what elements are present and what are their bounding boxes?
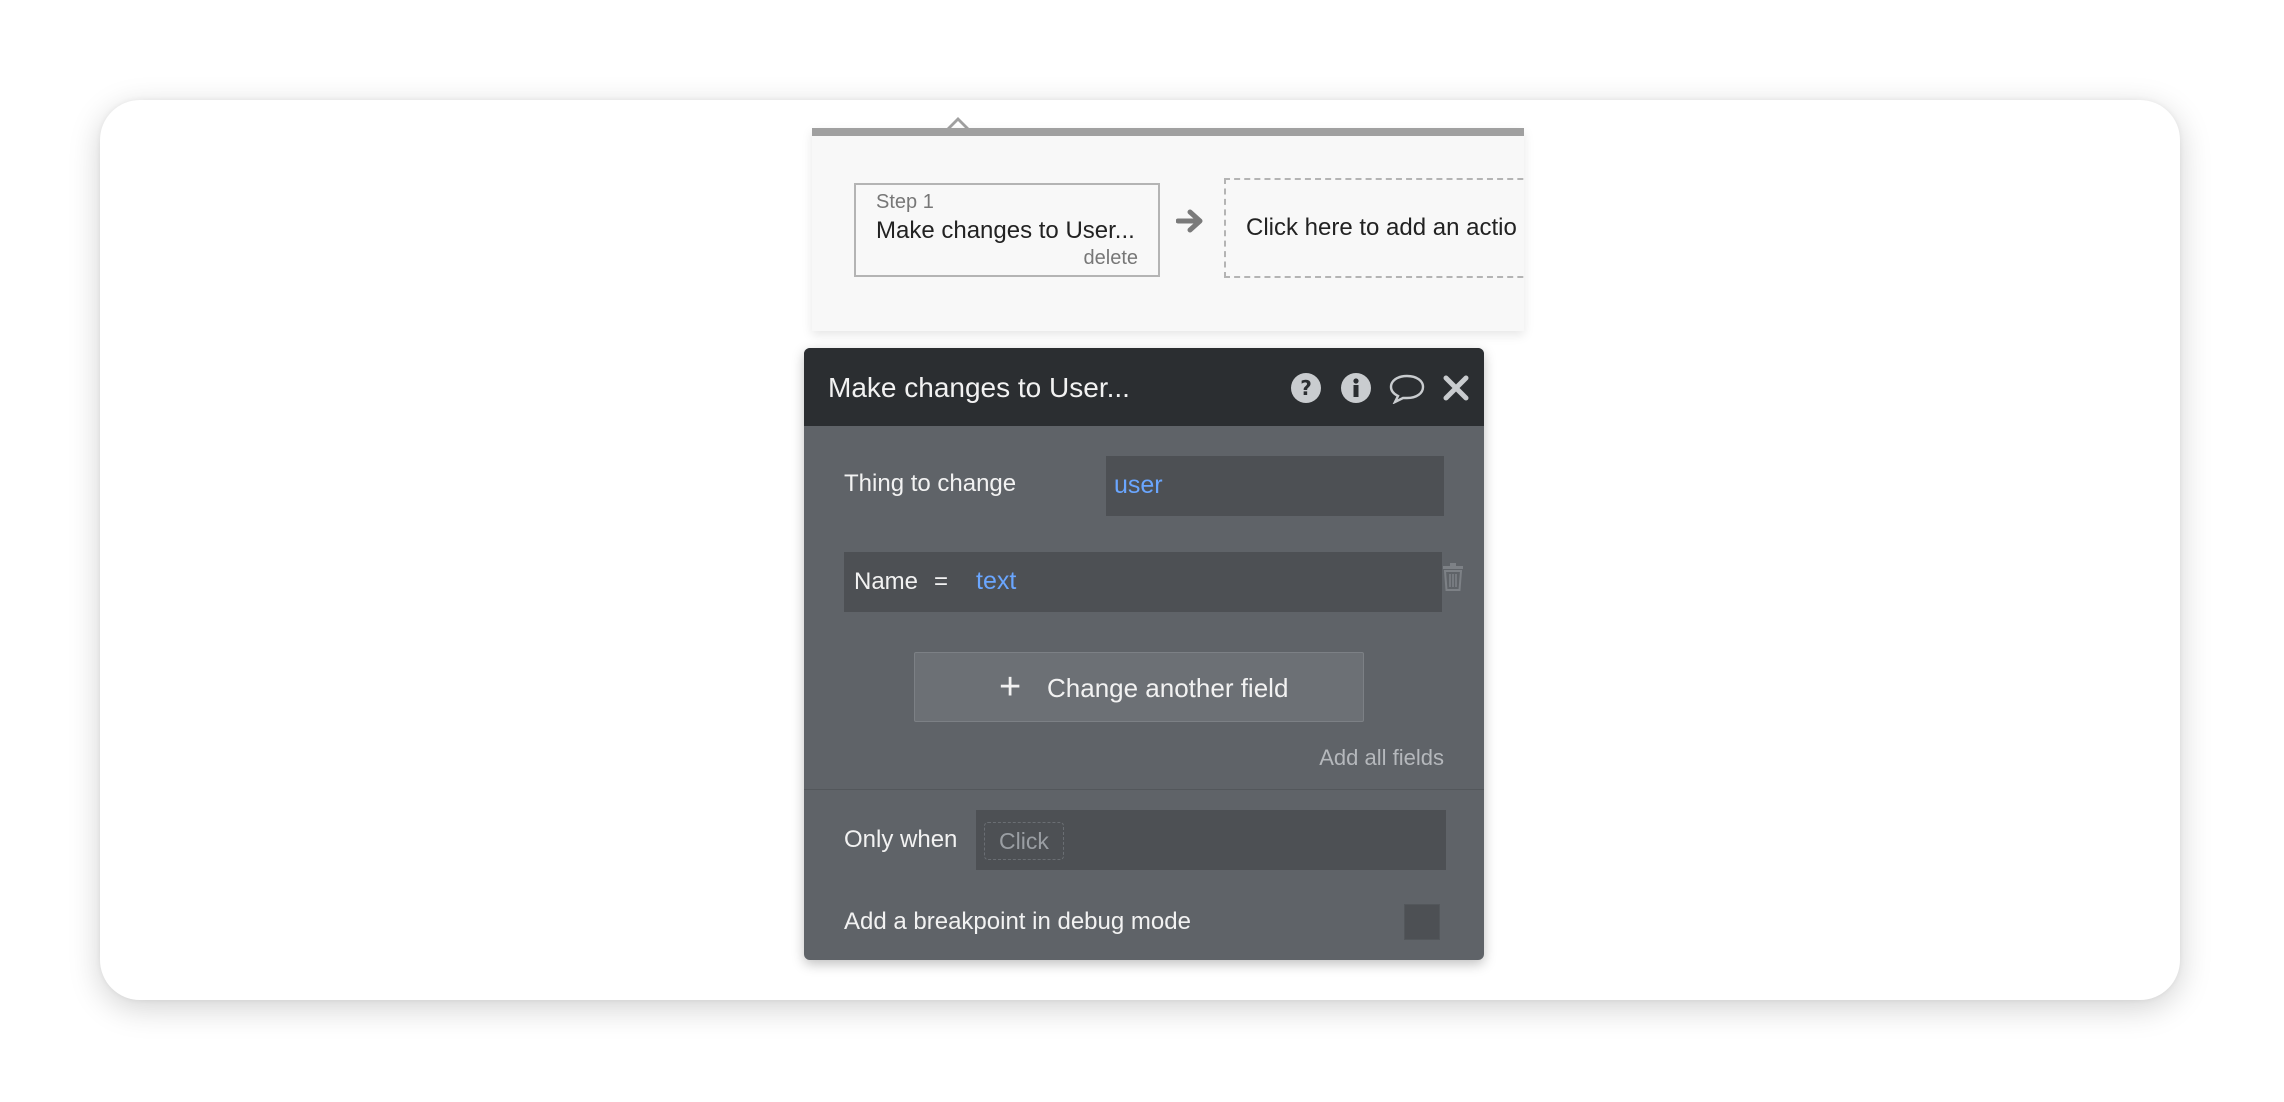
panel-header: Make changes to User... ? — [804, 348, 1484, 426]
thing-to-change-value[interactable]: user — [1114, 471, 1163, 500]
breakpoint-label: Add a breakpoint in debug mode — [844, 908, 1191, 935]
step-title: Make changes to User... — [876, 217, 1135, 244]
thing-to-change-label: Thing to change — [844, 470, 1017, 497]
add-all-fields-link[interactable]: Add all fields — [1319, 745, 1444, 771]
only-when-field[interactable]: Click — [976, 810, 1446, 870]
svg-text:?: ? — [1300, 376, 1312, 400]
field-name-label: Name — [854, 568, 919, 595]
plus-icon: + — [999, 666, 1022, 708]
add-action-label: Click here to add an actio — [1246, 214, 1517, 241]
step-delete-link[interactable]: delete — [1084, 247, 1139, 270]
arrow-right-icon — [1176, 209, 1203, 233]
workflow-step-1[interactable]: Step 1 Make changes to User... delete — [854, 183, 1160, 277]
info-icon[interactable] — [1340, 372, 1372, 404]
change-another-field-button[interactable]: + Change another field — [914, 652, 1364, 722]
workflow-strip: Step 1 Make changes to User... delete Cl… — [812, 128, 1524, 331]
trash-icon[interactable] — [1440, 562, 1466, 592]
only-when-label: Only when — [844, 826, 958, 853]
property-editor-panel: Make changes to User... ? Thing to chang… — [804, 348, 1484, 960]
panel-divider — [804, 789, 1484, 790]
field-operator: = — [934, 568, 949, 595]
thing-to-change-field[interactable]: user — [1106, 456, 1444, 516]
field-value[interactable]: text — [976, 567, 1016, 596]
add-action-placeholder[interactable]: Click here to add an actio — [1224, 178, 1524, 278]
field-change-row[interactable]: Name = text — [844, 552, 1442, 612]
close-icon[interactable] — [1440, 372, 1472, 404]
step-number: Step 1 — [876, 191, 934, 213]
breakpoint-checkbox[interactable] — [1404, 904, 1440, 940]
panel-title: Make changes to User... — [828, 372, 1130, 403]
only-when-placeholder[interactable]: Click — [984, 822, 1064, 860]
change-another-field-label: Change another field — [1047, 673, 1289, 703]
comment-icon[interactable] — [1388, 372, 1426, 404]
question-icon[interactable]: ? — [1290, 372, 1322, 404]
